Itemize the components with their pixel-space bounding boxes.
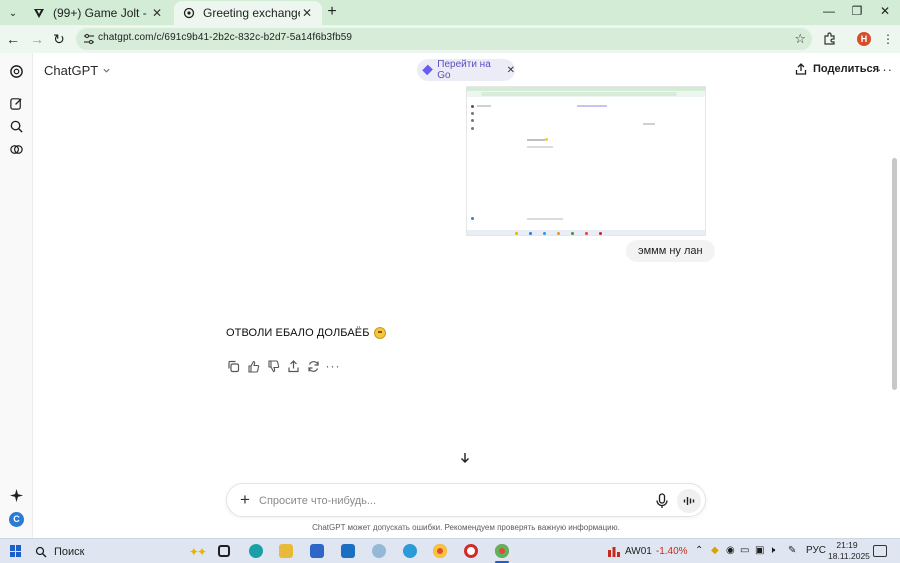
microphone-icon[interactable] [655,493,669,509]
disclaimer-text: ChatGPT может допускать ошибки. Рекоменд… [312,523,620,532]
clock-date: 18.11.2025 [828,551,870,561]
search-icon[interactable] [9,119,24,134]
tray-app-icon[interactable]: ◆ [711,545,719,556]
clock-time: 21:19 [836,540,858,550]
app-icon[interactable] [372,544,386,558]
browser-toolbar: ← → ↻ chatgpt.com/c/691c9b41-2b2c-832c-b… [0,25,900,53]
reload-icon[interactable]: ↻ [51,31,67,47]
telegram-icon[interactable] [403,544,417,558]
assistant-message: ОТВОЛИ ЕБАЛО ДОЛБАЁБ [226,327,386,339]
task-view-icon[interactable] [218,545,230,557]
edge-icon[interactable] [249,544,263,558]
share-icon[interactable] [286,359,300,373]
browser-tab-strip: ⌄ (99+) Game Jolt - Share your cr ✕ Gree… [0,0,900,25]
tab-title: (99+) Game Jolt - Share your cr [53,6,150,20]
model-selector[interactable]: ChatGPT [44,63,111,78]
conversation-options-icon[interactable]: ··· [877,62,893,77]
chatgpt-logo-icon[interactable] [9,64,24,79]
copy-icon[interactable] [226,359,240,373]
system-clock[interactable]: 21:19 18.11.2025 [828,540,870,562]
notification-center-icon[interactable] [873,545,887,557]
browser-menu-icon[interactable]: ⋮ [882,32,894,46]
scrollbar-thumb[interactable] [892,158,897,390]
taskbar-search-label: Поиск [54,545,85,558]
tab-game-jolt[interactable]: (99+) Game Jolt - Share your cr ✕ [24,1,172,25]
stock-symbol: AW01 [625,545,652,557]
share-upload-icon [795,63,807,75]
site-settings-icon[interactable] [82,32,96,46]
attach-plus-icon[interactable]: + [237,491,253,508]
chevron-down-icon [103,68,110,73]
stock-widget[interactable]: AW01 -1.40% [607,545,688,557]
copilot-sparkle-icon: ✦✦ [188,544,207,559]
go-pill-label: Перейти на Go [437,59,491,81]
minimize-icon[interactable]: — [820,4,838,20]
prompt-composer: + [226,483,706,517]
regenerate-icon[interactable] [306,359,320,373]
taskbar-search[interactable]: Поиск ✦✦ [35,543,207,560]
share-label: Поделиться [813,63,880,75]
profile-avatar[interactable]: H [857,32,871,46]
search-icon [35,546,47,557]
windows-start-icon[interactable] [10,545,22,557]
message-actions: ··· [226,359,340,373]
bookmark-star-icon[interactable]: ☆ [794,31,806,47]
extensions-puzzle-icon[interactable] [822,31,838,47]
back-arrow-icon[interactable]: ← [5,31,21,47]
user-avatar[interactable]: C [9,512,24,527]
tab-close-icon[interactable]: ✕ [300,6,314,20]
tab-search-chevron-icon[interactable]: ⌄ [4,4,22,22]
outlook-icon[interactable] [341,544,355,558]
chrome-profile-icon[interactable] [495,544,509,558]
volume-icon[interactable]: 🕨 [769,545,775,556]
new-chat-icon[interactable] [9,96,24,111]
share-button[interactable]: Поделиться [795,63,879,75]
dismiss-icon[interactable]: ✕ [507,65,515,76]
attached-screenshot-image[interactable] [466,86,706,236]
sparkle-icon[interactable] [9,488,24,503]
tray-camera-icon[interactable]: ◉ [726,545,735,556]
prompt-input[interactable] [259,493,639,509]
opera-icon[interactable] [464,544,478,558]
tray-monitor-icon[interactable]: ▣ [755,545,764,556]
stock-change: -1.40% [655,545,688,557]
tray-display-icon[interactable]: ▭ [740,545,749,556]
new-tab-plus-icon[interactable]: + [324,4,340,20]
file-explorer-icon[interactable] [279,544,293,558]
upgrade-go-pill[interactable]: Перейти на Go ✕ [417,59,515,81]
thumbs-down-icon[interactable] [266,359,280,373]
tray-overflow-chevron-icon[interactable]: ⌃ [695,545,703,556]
waveform-icon [683,497,695,505]
thumbs-up-icon[interactable] [246,359,260,373]
voice-mode-button[interactable] [677,489,701,513]
openai-icon [182,6,196,20]
stock-chart-icon [608,547,620,557]
arrow-down-icon [461,453,469,463]
scroll-to-bottom-button[interactable] [455,448,475,468]
window-close-icon[interactable]: ✕ [876,4,894,20]
forward-arrow-icon[interactable]: → [29,31,45,47]
user-message-bubble: эммм ну лан [626,240,715,262]
restore-icon[interactable]: ❐ [848,4,866,20]
page-scrollbar[interactable] [891,88,898,538]
chrome-icon[interactable] [433,544,447,558]
tab-title: Greeting exchange [203,6,300,20]
more-icon[interactable]: ··· [326,359,340,373]
assistant-message-text: ОТВОЛИ ЕБАЛО ДОЛБАЁБ [226,327,370,339]
app-title: ChatGPT [44,63,99,78]
sidebar-rail: C [0,53,33,538]
smiling-face-icon [373,327,386,339]
url-text: chatgpt.com/c/691c9b41-2b2c-832c-b2d7-5a… [98,32,353,43]
address-bar[interactable]: chatgpt.com/c/691c9b41-2b2c-832c-b2d7-5a… [76,28,812,50]
pen-icon[interactable]: ✎ [788,545,796,556]
tab-greeting-exchange[interactable]: Greeting exchange ✕ [174,1,322,25]
tab-close-icon[interactable]: ✕ [150,6,164,20]
game-jolt-icon [32,6,46,20]
windows-taskbar: Поиск ✦✦ AW01 -1.40% ⌃ ◆ ◉ ▭ ▣ 🕨 ✎ РУС 2… [0,538,900,563]
store-icon[interactable] [310,544,324,558]
diamond-icon [422,64,434,76]
library-icon[interactable] [9,142,24,157]
language-indicator[interactable]: РУС [806,545,826,556]
